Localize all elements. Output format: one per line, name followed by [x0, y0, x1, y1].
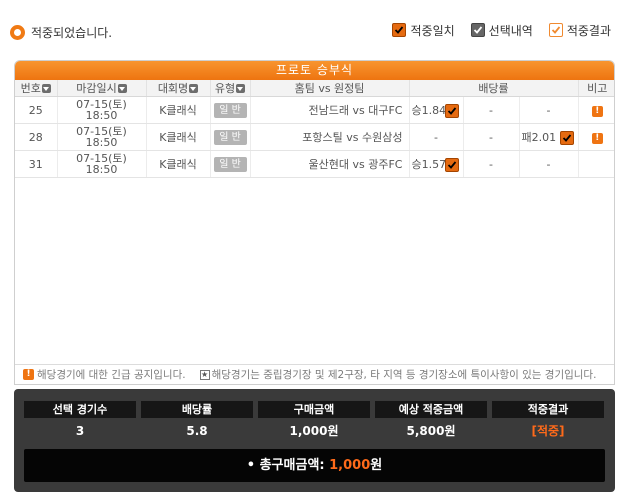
legend-label: 선택내역 [488, 23, 533, 38]
cell-note [578, 150, 614, 178]
table-row: 28 07-15(토) 18:50 K클래식 일 반 포항스틸 vs 수원삼성 - - 패2.0… [15, 123, 614, 151]
cell-odds-lose[interactable]: 패2.01 [519, 123, 579, 151]
warning-icon: ! [23, 369, 34, 380]
total-unit: 원 [370, 458, 383, 473]
sort-icon[interactable] [117, 84, 127, 93]
cell-league: K클래식 [146, 96, 211, 124]
total-label: • 총구매금액: [246, 458, 325, 473]
warning-icon[interactable]: ! [591, 132, 603, 144]
sort-icon[interactable] [41, 84, 51, 93]
cell-note: ! [578, 123, 614, 151]
bet-slip-panel: 프로토 승부식 번호 마감일시 대회명 유형 홈팀 vs 원정팀 배당률 비고 … [14, 60, 615, 385]
checkbox-checked-icon[interactable] [444, 158, 459, 172]
cell-odds-draw[interactable]: - [463, 96, 520, 124]
summary-odds: 배당률 5.8 [141, 401, 253, 451]
cell-odds-win[interactable]: 승1.57 [409, 150, 464, 178]
total-purchase-bar: • 총구매금액: 1,000원 [24, 449, 605, 482]
cell-odds-lose[interactable]: - [519, 96, 579, 124]
header-deadline[interactable]: 마감일시 [57, 80, 147, 97]
games-table: 번호 마감일시 대회명 유형 홈팀 vs 원정팀 배당률 비고 25 07-15(… [15, 80, 614, 178]
checkbox-checked-icon [392, 23, 407, 37]
total-amount: 1,000 [329, 458, 371, 473]
header-teams: 홈팀 vs 원정팀 [250, 80, 410, 97]
table-row: 31 07-15(토) 18:50 K클래식 일 반 울산현대 vs 광주FC 승1.57-… [15, 150, 614, 178]
cell-deadline: 07-15(토) 18:50 [57, 123, 147, 151]
header-odds: 배당률 [409, 80, 579, 97]
cell-type: 일 반 [210, 150, 251, 178]
legend-selection: 선택내역 [470, 22, 533, 39]
sort-icon[interactable] [236, 84, 246, 93]
header-no[interactable]: 번호 [15, 80, 58, 97]
star-icon: ★ [199, 369, 210, 380]
summary-purchase: 구매금액 1,000원 [258, 401, 370, 451]
warning-icon[interactable]: ! [591, 105, 603, 117]
cell-type: 일 반 [210, 123, 251, 151]
cell-teams: 포항스틸 vs 수원삼성 [250, 123, 410, 151]
status-message: 적중되었습니다. [10, 22, 112, 42]
cell-deadline: 07-15(토) 18:50 [57, 96, 147, 124]
cell-teams: 전남드래 vs 대구FC [250, 96, 410, 124]
cell-no: 28 [15, 123, 58, 151]
summary-expected: 예상 적중금액 5,800원 [375, 401, 487, 451]
checkbox-checked-icon[interactable] [444, 104, 459, 118]
cell-type: 일 반 [210, 96, 251, 124]
checkbox-checked-icon [470, 23, 485, 37]
header-note: 비고 [578, 80, 614, 97]
type-badge: 일 반 [213, 129, 247, 145]
note-warn-text: 해당경기에 대한 긴급 공지입니다. [37, 369, 186, 381]
checkbox-checked-icon[interactable] [559, 131, 574, 145]
legend-label: 적중결과 [566, 23, 611, 38]
cell-odds-win[interactable]: 승1.84 [409, 96, 464, 124]
cell-odds-draw[interactable]: - [463, 123, 520, 151]
legend-label: 적중일치 [410, 23, 455, 38]
legend-match: 적중일치 [392, 22, 455, 39]
top-bar: 적중되었습니다. 적중일치 선택내역 적중결과 [0, 0, 619, 48]
header-league[interactable]: 대회명 [146, 80, 211, 97]
table-row: 25 07-15(토) 18:50 K클래식 일 반 전남드래 vs 대구FC 승1.84-… [15, 96, 614, 124]
cell-deadline: 07-15(토) 18:50 [57, 150, 147, 178]
cell-no: 31 [15, 150, 58, 178]
header-type[interactable]: 유형 [210, 80, 251, 97]
result-badge: [적중] [531, 424, 565, 438]
summary-result: 적중결과 [적중] [492, 401, 604, 451]
cell-league: K클래식 [146, 123, 211, 151]
cell-league: K클래식 [146, 150, 211, 178]
cell-odds-draw[interactable]: - [463, 150, 520, 178]
success-ring-icon [10, 24, 25, 40]
legend: 적중일치 선택내역 적중결과 [392, 20, 611, 40]
type-badge: 일 반 [213, 102, 247, 118]
panel-notes: ! 해당경기에 대한 긴급 공지입니다. ★ 해당경기는 중립경기장 및 제2구… [15, 364, 614, 384]
cell-odds-win[interactable]: - [409, 123, 464, 151]
type-badge: 일 반 [213, 156, 247, 172]
cell-note: ! [578, 96, 614, 124]
panel-title: 프로토 승부식 [15, 61, 614, 80]
cell-teams: 울산현대 vs 광주FC [250, 150, 410, 178]
summary-box: 선택 경기수 3 배당률 5.8 구매금액 1,000원 예상 적중금액 5,8… [14, 389, 615, 492]
note-star-text: 해당경기는 중립경기장 및 제2구장, 타 지역 등 경기장소에 특이사항이 있… [211, 369, 597, 381]
status-text: 적중되었습니다. [31, 25, 113, 40]
cell-no: 25 [15, 96, 58, 124]
legend-result: 적중결과 [548, 22, 611, 39]
sort-icon[interactable] [189, 84, 199, 93]
cell-odds-lose[interactable]: - [519, 150, 579, 178]
summary-games: 선택 경기수 3 [24, 401, 136, 451]
table-header: 번호 마감일시 대회명 유형 홈팀 vs 원정팀 배당률 비고 [15, 80, 614, 97]
checkbox-checked-icon [548, 23, 563, 37]
